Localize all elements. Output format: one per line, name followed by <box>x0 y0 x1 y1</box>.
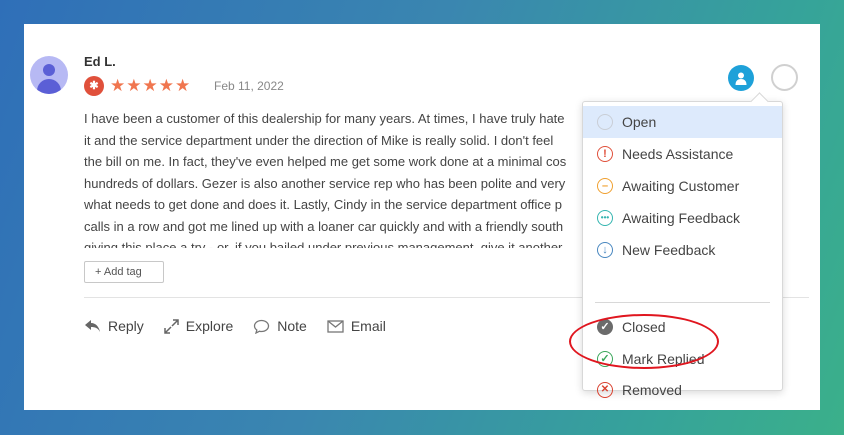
yelp-icon: ✱ <box>84 76 104 96</box>
email-label: Email <box>350 318 386 334</box>
status-option-open[interactable]: Open <box>583 106 782 138</box>
status-option-label: New Feedback <box>622 242 716 258</box>
highlight-annotation <box>569 314 719 369</box>
review-line: it and the service department under the … <box>84 132 554 148</box>
status-option-awaiting-customer[interactable]: – Awaiting Customer <box>583 170 782 202</box>
avatar <box>30 56 68 94</box>
review-text: I have been a customer of this dealershi… <box>84 108 584 248</box>
assign-user-button[interactable] <box>728 65 754 91</box>
status-option-label: Awaiting Customer <box>622 178 740 194</box>
status-option-needs-assistance[interactable]: ! Needs Assistance <box>583 138 782 170</box>
status-option-awaiting-feedback[interactable]: ••• Awaiting Feedback <box>583 202 782 234</box>
add-tag-button[interactable]: + Add tag <box>84 261 164 283</box>
status-option-label: Awaiting Feedback <box>622 210 741 226</box>
review-line: what needs to get done and does it. Last… <box>84 197 562 212</box>
note-button[interactable]: Note <box>253 318 307 334</box>
status-option-new-feedback[interactable]: ↓ New Feedback <box>583 234 782 266</box>
menu-divider <box>595 302 770 303</box>
explore-label: Explore <box>185 318 234 334</box>
reply-icon <box>85 320 100 332</box>
explore-button[interactable]: Explore <box>164 318 233 334</box>
status-toggle-button[interactable] <box>771 64 798 91</box>
review-date: Feb 11, 2022 <box>214 79 284 93</box>
open-circle-icon <box>597 114 613 130</box>
review-line: calls in a row and got me lined up with … <box>84 218 564 234</box>
envelope-icon <box>327 319 344 333</box>
minus-icon: – <box>597 178 613 194</box>
reply-label: Reply <box>108 318 144 334</box>
status-option-label: Open <box>622 114 657 130</box>
status-option-label: Removed <box>622 382 682 398</box>
review-line: giving this place a try - or, if you bai… <box>84 240 563 248</box>
author-name: Ed L. <box>84 54 116 69</box>
action-bar: Reply Explore Note Email <box>84 318 406 334</box>
expand-icon <box>164 318 179 334</box>
status-option-label: Needs Assistance <box>622 146 734 162</box>
email-button[interactable]: Email <box>327 318 386 334</box>
arrow-down-icon: ↓ <box>597 242 613 258</box>
review-line: hundreds of dollars. Gezer is also anoth… <box>84 175 566 191</box>
speech-bubble-icon <box>254 319 270 334</box>
status-option-removed[interactable]: ✕ Removed <box>583 375 782 405</box>
review-card: Ed L. ✱ ★★★★★ Feb 11, 2022 I have been a… <box>24 24 820 410</box>
exclamation-icon: ! <box>597 146 613 162</box>
x-circle-icon: ✕ <box>597 382 613 398</box>
note-label: Note <box>277 318 307 334</box>
review-line: I have been a customer of this dealershi… <box>84 111 565 126</box>
review-line: the bill on me. In fact, they've even he… <box>84 154 567 169</box>
ellipsis-icon: ••• <box>597 210 613 226</box>
reply-button[interactable]: Reply <box>84 318 144 334</box>
star-rating: ★★★★★ <box>110 76 192 95</box>
user-icon <box>735 72 747 85</box>
